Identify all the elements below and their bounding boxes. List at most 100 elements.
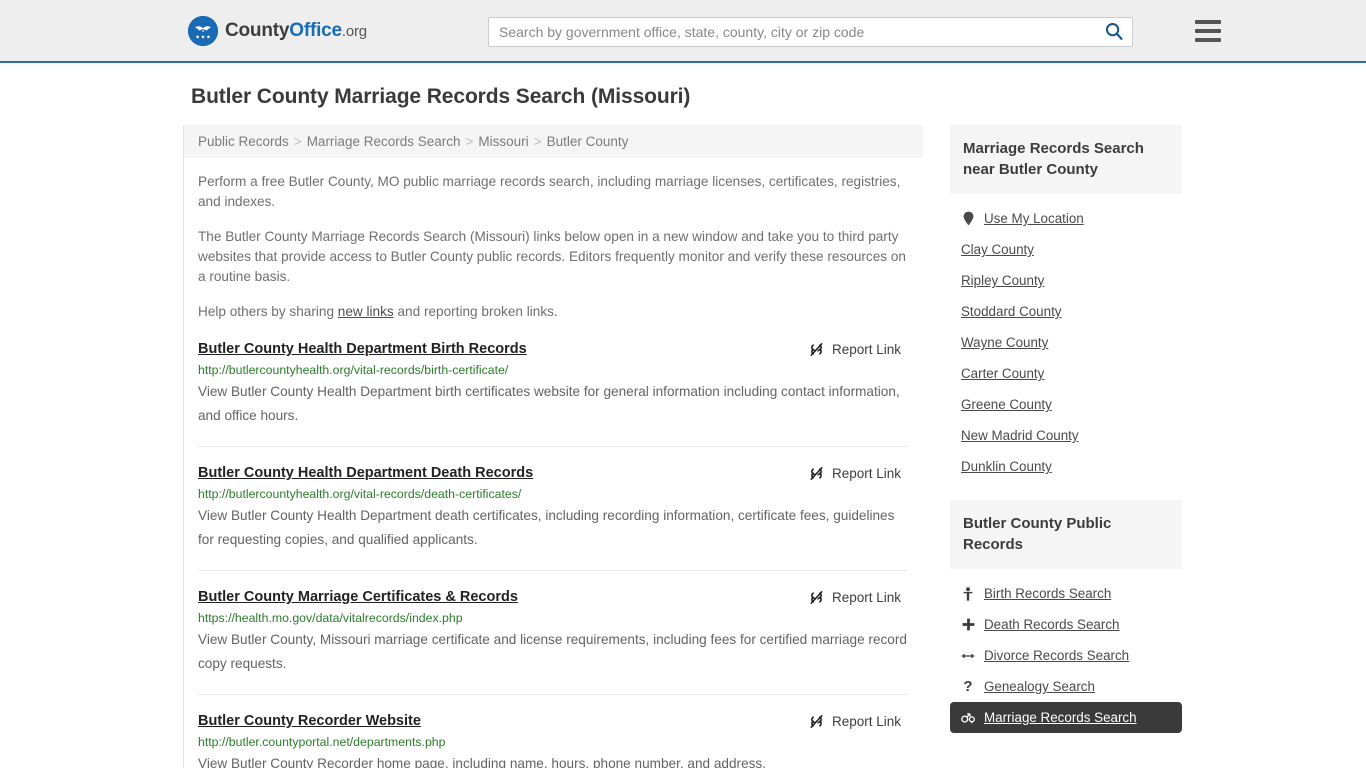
sidebar-item-death-records-search[interactable]: Death Records Search	[950, 609, 1182, 640]
result-description: View Butler County Recorder home page, i…	[198, 756, 767, 768]
broken-link-icon	[808, 713, 825, 730]
breadcrumb-separator: >	[465, 134, 474, 149]
sidebar-public-records-list: Birth Records Search Death Records Searc…	[950, 569, 1182, 733]
result-header: Butler County Health Department Birth Re…	[198, 340, 907, 358]
hamburger-bar	[1195, 29, 1221, 33]
result-title-link[interactable]: Butler County Marriage Certificates & Re…	[198, 588, 518, 606]
intro-p3-before: Help others by sharing	[198, 304, 338, 319]
content-columns: Public Records > Marriage Records Search > M…	[183, 125, 1183, 768]
sidebar-item-marriage-records-search[interactable]: Marriage Records Search	[950, 702, 1182, 733]
result-item: Butler County Health Department Birth Re…	[198, 340, 907, 447]
question-mark-icon: ?	[963, 678, 973, 695]
left-right-arrow-icon	[961, 650, 975, 662]
search-bar[interactable]	[488, 17, 1133, 47]
report-link-label: Report Link	[831, 714, 901, 729]
hamburger-menu-icon[interactable]	[1195, 20, 1221, 42]
sidebar-item-birth-records-search[interactable]: Birth Records Search	[950, 578, 1182, 609]
intro-paragraph-1: Perform a free Butler County, MO public …	[198, 174, 901, 209]
report-link-button[interactable]: Report Link	[808, 341, 901, 358]
page-container: Butler County Marriage Records Search (M…	[183, 63, 1183, 768]
intro-paragraph-2: The Butler County Marriage Records Searc…	[198, 229, 906, 284]
new-links-link[interactable]: new links	[338, 304, 394, 319]
baby-icon	[961, 586, 975, 601]
sidebar-item-use-my-location[interactable]: Use My Location	[950, 203, 1182, 234]
hamburger-bar	[1195, 38, 1221, 42]
sidebar-item-label: Greene County	[961, 397, 1052, 412]
sidebar-item-label: Ripley County	[961, 273, 1045, 288]
logo-word-office: Office	[289, 19, 342, 41]
sidebar-item-dunklin-county[interactable]: Dunklin County	[950, 451, 1182, 482]
sidebar-item-label: Carter County	[961, 366, 1045, 381]
result-item: Butler County Health Department Death Re…	[198, 447, 907, 571]
sidebar-item-label: Clay County	[961, 242, 1034, 257]
hamburger-bar	[1195, 20, 1221, 24]
sidebar-item-greene-county[interactable]: Greene County	[950, 389, 1182, 420]
sidebar-item-new-madrid-county[interactable]: New Madrid County	[950, 420, 1182, 451]
intro-p3-after: and reporting broken links.	[393, 304, 558, 319]
result-url: http://butler.countyportal.net/departmen…	[198, 735, 446, 749]
result-header: Butler County Health Department Death Re…	[198, 464, 907, 482]
sidebar-item-label: Wayne County	[961, 335, 1049, 350]
result-title-link[interactable]: Butler County Recorder Website	[198, 712, 421, 730]
logo-word-county: County	[225, 19, 290, 41]
sidebar: Marriage Records Search near Butler Coun…	[950, 125, 1182, 751]
sidebar-public-records-heading: Butler County Public Records	[950, 500, 1182, 569]
sidebar-item-stoddard-county[interactable]: Stoddard County	[950, 296, 1182, 327]
sidebar-item-carter-county[interactable]: Carter County	[950, 358, 1182, 389]
sidebar-item-divorce-records-search[interactable]: Divorce Records Search	[950, 640, 1182, 671]
sidebar-public-records-box: Butler County Public Records Birth Recor…	[950, 500, 1182, 733]
eagle-seal-icon	[188, 15, 218, 46]
report-link-button[interactable]: Report Link	[808, 465, 901, 482]
site-header: CountyOffice.org	[0, 0, 1366, 63]
result-header: Butler County Recorder Website Report Li…	[198, 712, 907, 730]
logo-tld: .org	[341, 22, 367, 40]
result-title-link[interactable]: Butler County Health Department Death Re…	[198, 464, 533, 482]
result-description: View Butler County Health Department bir…	[198, 384, 900, 423]
broken-link-icon	[808, 341, 825, 358]
report-link-button[interactable]: Report Link	[808, 589, 901, 606]
broken-link-icon	[808, 465, 825, 482]
report-link-button[interactable]: Report Link	[808, 713, 901, 730]
search-button[interactable]	[1096, 18, 1132, 46]
result-url: http://butlercountyhealth.org/vital-reco…	[198, 487, 522, 501]
sidebar-near-box: Marriage Records Search near Butler Coun…	[950, 125, 1182, 482]
male-female-icon	[961, 711, 975, 724]
breadcrumb-item-public-records[interactable]: Public Records	[198, 134, 289, 149]
sidebar-item-label: Use My Location	[984, 211, 1084, 226]
intro-paragraph-3: Help others by sharing new links and rep…	[198, 302, 907, 322]
results-list: Butler County Health Department Birth Re…	[184, 340, 923, 768]
breadcrumb-separator: >	[293, 134, 302, 149]
breadcrumb-item-marriage-records-search[interactable]: Marriage Records Search	[307, 134, 461, 149]
site-logo[interactable]: CountyOffice.org	[188, 15, 367, 46]
result-title-link[interactable]: Butler County Health Department Birth Re…	[198, 340, 527, 358]
sidebar-item-label: Divorce Records Search	[984, 648, 1130, 663]
search-icon	[1105, 22, 1123, 43]
breadcrumb: Public Records > Marriage Records Search > M…	[184, 125, 923, 158]
result-header: Butler County Marriage Certificates & Re…	[198, 588, 907, 606]
sidebar-item-label: Genealogy Search	[984, 679, 1095, 694]
result-item: Butler County Recorder Website Report Li…	[198, 695, 907, 768]
sidebar-item-label: Stoddard County	[961, 304, 1062, 319]
sidebar-near-heading: Marriage Records Search near Butler Coun…	[950, 125, 1182, 194]
sidebar-item-genealogy-search[interactable]: ? Genealogy Search	[950, 671, 1182, 702]
result-url: http://butlercountyhealth.org/vital-reco…	[198, 363, 509, 377]
sidebar-item-ripley-county[interactable]: Ripley County	[950, 265, 1182, 296]
sidebar-near-list: Use My Location Clay County Ripley Count…	[950, 194, 1182, 482]
result-item: Butler County Marriage Certificates & Re…	[198, 571, 907, 695]
result-url: https://health.mo.gov/data/vitalrecords/…	[198, 611, 463, 625]
result-description: View Butler County, Missouri marriage ce…	[198, 632, 907, 671]
sidebar-item-label: Marriage Records Search	[984, 710, 1137, 725]
breadcrumb-item-missouri[interactable]: Missouri	[478, 134, 528, 149]
report-link-label: Report Link	[831, 342, 901, 357]
cross-icon	[961, 618, 975, 631]
breadcrumb-item-butler-county[interactable]: Butler County	[547, 134, 629, 149]
result-description: View Butler County Health Department dea…	[198, 508, 895, 547]
sidebar-item-clay-county[interactable]: Clay County	[950, 234, 1182, 265]
report-link-label: Report Link	[831, 466, 901, 481]
header-inner: CountyOffice.org	[183, 0, 1221, 61]
search-input[interactable]	[489, 18, 1096, 46]
intro-text: Perform a free Butler County, MO public …	[184, 172, 923, 322]
sidebar-item-wayne-county[interactable]: Wayne County	[950, 327, 1182, 358]
page-title: Butler County Marriage Records Search (M…	[191, 85, 691, 108]
sidebar-item-label: Dunklin County	[961, 459, 1052, 474]
